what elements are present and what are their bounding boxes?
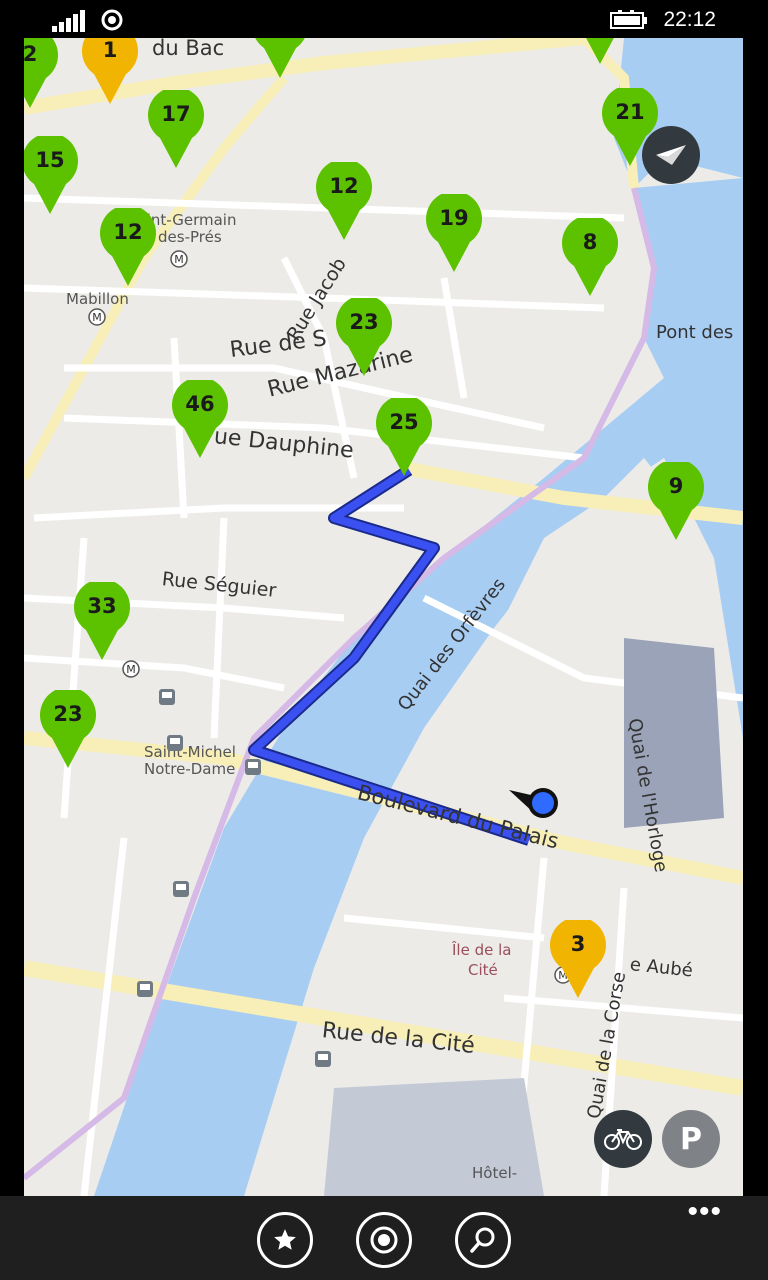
marker-count: 12 xyxy=(329,174,359,198)
bike-station-marker[interactable]: 46 xyxy=(170,380,230,460)
bike-station-marker[interactable]: 2 xyxy=(24,38,60,110)
more-dots-icon[interactable]: ••• xyxy=(687,1197,722,1227)
bike-station-marker[interactable]: 19 xyxy=(424,194,484,274)
train-icon xyxy=(245,759,261,775)
favorites-button[interactable] xyxy=(257,1212,313,1268)
train-icon xyxy=(173,881,189,897)
wifi-icon xyxy=(101,9,123,31)
search-button[interactable] xyxy=(455,1212,511,1268)
bike-layer-button[interactable] xyxy=(594,1110,652,1168)
app-bar: ••• xyxy=(0,1196,768,1280)
screen-edge-right xyxy=(743,38,768,1196)
bike-station-marker[interactable]: 25 xyxy=(374,398,434,478)
train-icon xyxy=(137,981,153,997)
street-label-pont-des: Pont des xyxy=(656,322,734,343)
bike-station-marker[interactable]: 1 xyxy=(80,38,140,106)
marker-count: 21 xyxy=(615,100,645,124)
place-label-ile-de-la-cite: Île de la Cité xyxy=(452,941,512,979)
marker-count: 9 xyxy=(668,474,684,498)
navigation-arrow-icon xyxy=(656,145,686,165)
marker-count: 23 xyxy=(53,702,83,726)
bike-station-marker[interactable]: 15 xyxy=(24,136,80,216)
bike-station-marker[interactable]: 17 xyxy=(146,90,206,170)
place-label-mabillon: Mabillon xyxy=(66,290,129,308)
marker-count: 33 xyxy=(87,594,117,618)
marker-count: 19 xyxy=(439,206,469,230)
battery-charging-icon xyxy=(610,10,647,29)
map-view[interactable]: du Bac Rue Jacob Rue de S Rue Mazarine u… xyxy=(24,38,743,1196)
marker-count: 23 xyxy=(349,310,379,334)
star-icon xyxy=(274,1229,296,1250)
marker-count: 15 xyxy=(35,148,65,172)
bike-station-marker[interactable]: 12 xyxy=(98,208,158,288)
parking-layer-button[interactable]: P xyxy=(662,1110,720,1168)
bike-station-marker[interactable]: 23 xyxy=(334,298,394,378)
place-label-hotel: Hôtel- xyxy=(472,1164,518,1182)
bike-station-marker[interactable]: 9 xyxy=(646,462,706,542)
bike-station-marker[interactable]: 12 xyxy=(314,162,374,242)
screen-edge-left xyxy=(0,38,24,1196)
bicycle-icon xyxy=(604,1129,642,1150)
metro-icon: M xyxy=(170,250,188,268)
svg-text:M: M xyxy=(174,253,184,266)
svg-text:M: M xyxy=(126,663,136,676)
clock: 22:12 xyxy=(663,8,716,31)
train-icon xyxy=(159,689,175,705)
target-icon xyxy=(370,1226,398,1254)
marker-count: 25 xyxy=(389,410,419,434)
bike-station-marker[interactable]: 21 xyxy=(250,38,310,80)
metro-icon: M xyxy=(88,308,106,326)
search-icon xyxy=(470,1227,495,1253)
marker-count: 1 xyxy=(102,38,118,62)
marker-count: 2 xyxy=(24,42,38,66)
svg-text:M: M xyxy=(92,311,102,324)
bike-station-marker[interactable]: 33 xyxy=(72,582,132,662)
marker-count: 17 xyxy=(161,102,191,126)
marker-count: 8 xyxy=(582,230,598,254)
locate-me-button[interactable] xyxy=(356,1212,412,1268)
bike-station-marker[interactable]: 3 xyxy=(548,920,608,1000)
compass-button[interactable] xyxy=(642,126,700,184)
metro-icon: M xyxy=(122,660,140,678)
bike-station-marker[interactable]: 8 xyxy=(560,218,620,298)
marker-count: 46 xyxy=(185,392,215,416)
place-label-saint-michel: Saint-Michel Notre-Dame xyxy=(144,743,236,778)
street-label-rue-du-bac: du Bac xyxy=(152,38,225,60)
signal-strength-icon xyxy=(52,10,85,32)
marker-count: 12 xyxy=(113,220,143,244)
status-bar: 22:12 xyxy=(0,0,768,38)
bike-station-marker[interactable] xyxy=(570,38,630,66)
train-icon xyxy=(315,1051,331,1067)
marker-count: 3 xyxy=(570,932,586,956)
parking-icon: P xyxy=(680,1121,702,1157)
bike-station-marker[interactable]: 23 xyxy=(38,690,98,770)
train-icon xyxy=(167,735,183,751)
